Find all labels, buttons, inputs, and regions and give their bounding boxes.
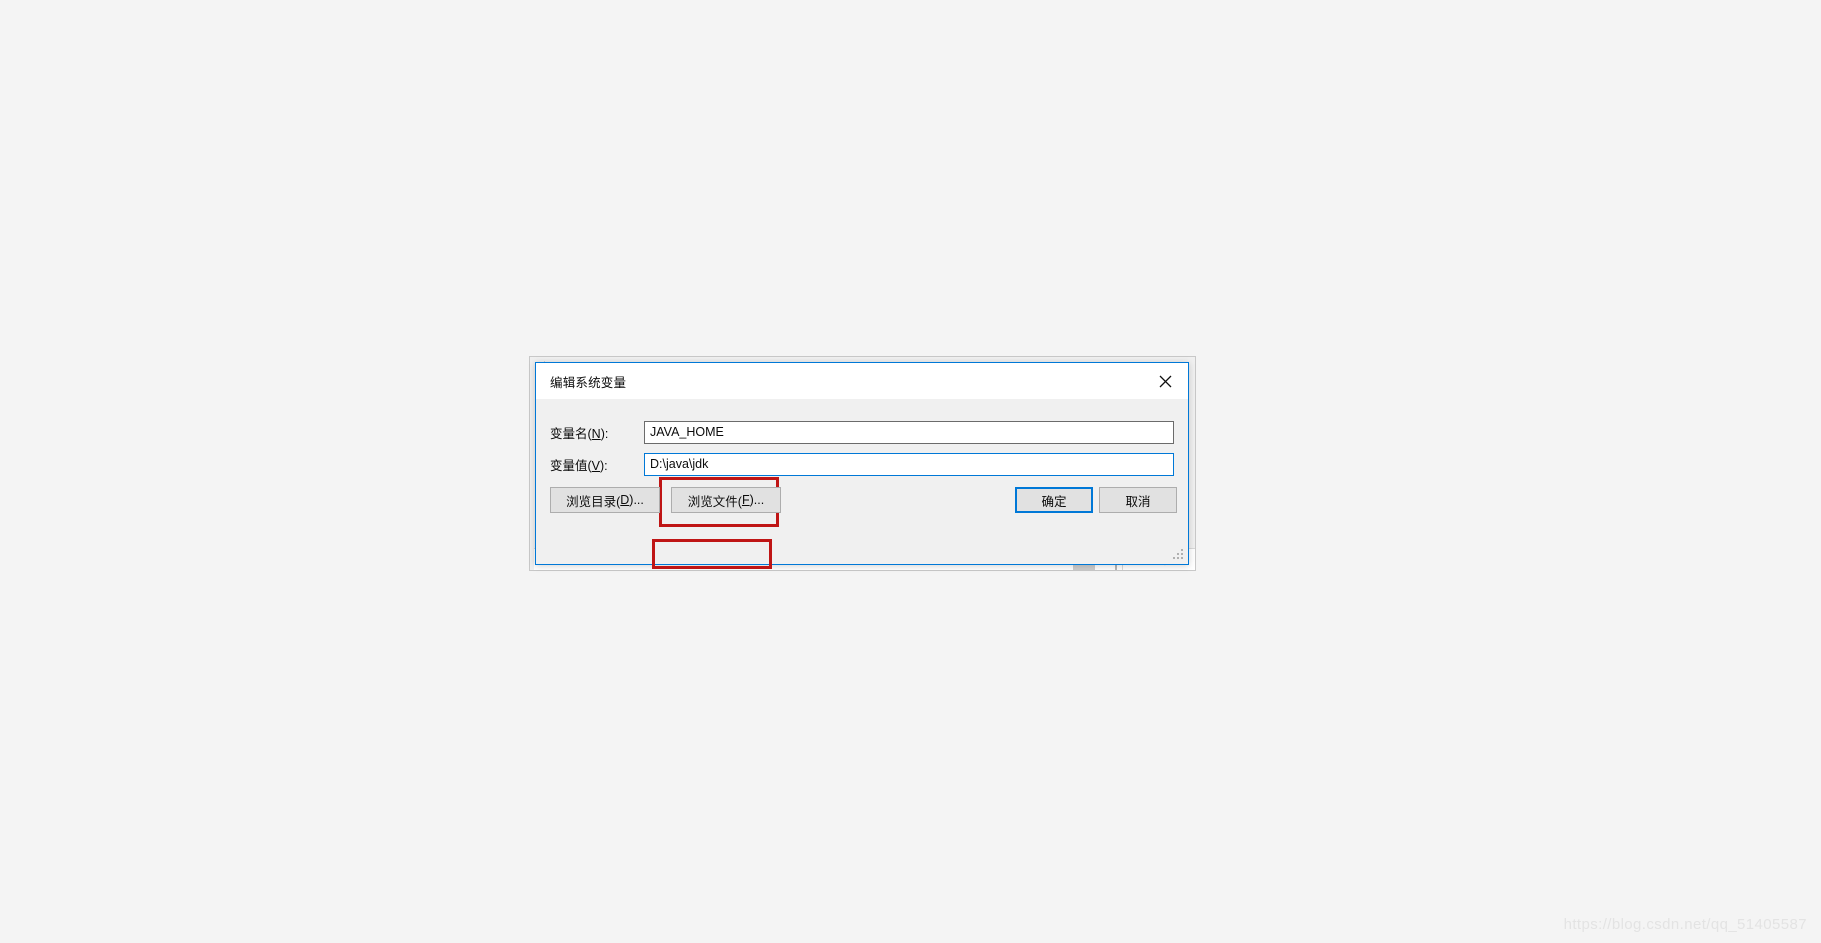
ok-button[interactable]: 确定 — [1015, 487, 1093, 513]
variable-value-input[interactable]: D:\java\jdk — [644, 452, 1174, 476]
dialog-button-row: 浏览目录(D)... 浏览文件(F)... 确定 取消 — [536, 487, 1188, 515]
variable-name-label-accel: N — [591, 426, 601, 441]
cancel-button[interactable]: 取消 — [1099, 487, 1177, 513]
browse-directory-button[interactable]: 浏览目录(D)... — [550, 487, 660, 513]
browse-file-label-accel: F — [741, 493, 750, 507]
browse-file-label-prefix: 浏览文件( — [687, 494, 742, 509]
variable-name-input[interactable]: JAVA_HOME — [644, 420, 1174, 444]
annotation-box-variable-value — [652, 539, 772, 569]
variable-value-row: 变量值(V): D:\java\jdk — [536, 452, 1188, 476]
variable-name-row: 变量名(N): JAVA_HOME — [536, 420, 1188, 444]
browse-directory-label-suffix: )... — [629, 493, 644, 507]
close-icon — [1159, 375, 1172, 388]
close-button[interactable] — [1143, 363, 1188, 399]
dialog-title: 编辑系统变量 — [550, 375, 627, 390]
variable-name-label: 变量名(N): — [536, 423, 644, 442]
dialog-titlebar[interactable]: 编辑系统变量 — [536, 363, 1188, 399]
variable-value-label-suffix: ): — [600, 458, 608, 473]
watermark: https://blog.csdn.net/qq_51405587 — [1563, 916, 1807, 933]
browse-directory-label-accel: D — [620, 493, 630, 507]
dialog-body: 变量名(N): JAVA_HOME 变量值(V): D:\java\jdk 浏览… — [536, 399, 1188, 569]
browse-file-button[interactable]: 浏览文件(F)... — [671, 487, 781, 513]
variable-name-label-suffix: ): — [600, 426, 609, 441]
variable-value-label-accel: V — [591, 458, 601, 473]
variable-name-label-prefix: 变量名( — [550, 426, 592, 441]
variable-value-label-prefix: 变量值( — [550, 458, 592, 473]
edit-system-variable-dialog: 编辑系统变量 变量名(N): JAVA_HOME 变量值(V): D:\java… — [535, 362, 1189, 569]
browse-file-label-suffix: )... — [749, 493, 765, 507]
browse-directory-label-prefix: 浏览目录( — [566, 494, 621, 509]
variable-value-label: 变量值(V): — [536, 455, 644, 474]
resize-grip-icon[interactable] — [1173, 549, 1185, 561]
